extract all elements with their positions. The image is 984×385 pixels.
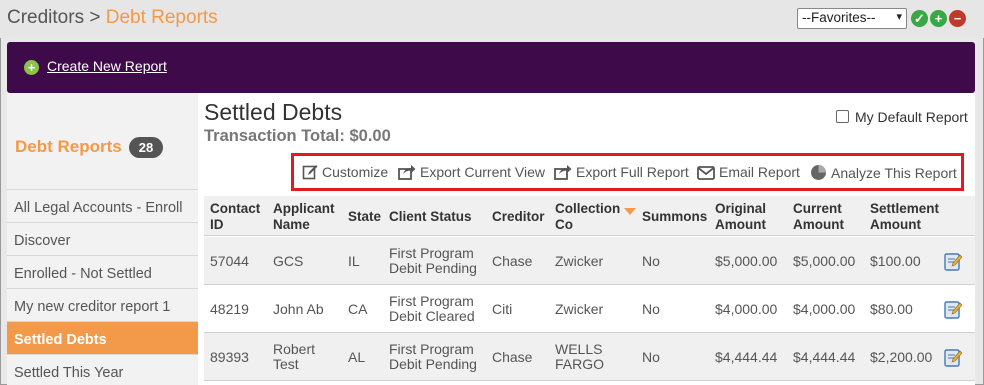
sidebar-item-discover[interactable]: Discover	[7, 222, 198, 255]
cell-state: AL	[348, 349, 366, 365]
cell-collection: WELLS FARGO	[555, 341, 605, 372]
cell-collection: Zwicker	[555, 301, 604, 317]
report-toolbar: Customize Export Current View Export Ful…	[291, 153, 964, 191]
table-row[interactable]: 57044 GCS IL First Program Debit Pending …	[204, 237, 975, 285]
col-header-state[interactable]: State	[348, 209, 381, 225]
export-icon	[554, 165, 572, 180]
sidebar-title: Debt Reports	[15, 137, 122, 156]
cell-contact-id: 57044	[210, 253, 249, 269]
default-report-label: My Default Report	[855, 109, 968, 125]
table-header: Contact ID Applicant Name State Client Sta…	[204, 196, 975, 236]
export-current-view-label: Export Current View	[420, 164, 546, 180]
col-header-original-amount[interactable]: Original Amount	[715, 201, 766, 233]
cell-settlement: $2,200.00	[870, 349, 933, 365]
cell-applicant: John Ab	[273, 301, 324, 317]
pie-chart-icon	[811, 165, 826, 180]
transaction-total: Transaction Total: $0.00	[204, 127, 391, 145]
col-header-contact-id[interactable]: Contact ID	[210, 201, 260, 233]
table-row[interactable]: 48219 John Ab CA First Program Debit Clea…	[204, 285, 975, 333]
sidebar-item-enrolled-not-settled[interactable]: Enrolled - Not Settled	[7, 255, 198, 288]
top-bar: Creditors > Debt Reports --Favorites-- ▾…	[0, 0, 984, 38]
col-header-client-status[interactable]: Client Status	[389, 209, 472, 225]
cell-summons: No	[642, 301, 660, 317]
analyze-report-label: Analyze This Report	[831, 165, 957, 181]
count-badge: 28	[129, 137, 163, 158]
cell-original: $4,000.00	[715, 301, 778, 317]
plus-icon[interactable]: +	[930, 10, 947, 27]
cell-applicant: Robert Test	[273, 341, 316, 372]
minus-icon[interactable]: −	[949, 10, 966, 27]
cell-contact-id: 48219	[210, 301, 249, 317]
cell-status: First Program Debit Pending	[389, 341, 477, 372]
cell-applicant: GCS	[273, 253, 304, 269]
cell-current: $4,000.00	[793, 301, 856, 317]
breadcrumb: Creditors > Debt Reports	[7, 7, 218, 29]
check-icon[interactable]: ✓	[911, 10, 928, 27]
cell-original: $5,000.00	[715, 253, 778, 269]
default-report-checkbox[interactable]	[836, 110, 849, 123]
edit-note-icon[interactable]	[944, 347, 962, 367]
default-report-toggle[interactable]: My Default Report	[836, 109, 968, 125]
cell-creditor: Citi	[492, 301, 513, 317]
breadcrumb-separator: >	[84, 7, 106, 28]
edit-note-icon[interactable]	[944, 299, 962, 319]
sort-desc-icon[interactable]	[624, 208, 636, 215]
sidebar-item-settled-debts[interactable]: Settled Debts	[7, 321, 198, 354]
email-report-label: Email Report	[719, 164, 800, 180]
export-icon	[398, 165, 416, 180]
report-table: Contact ID Applicant Name State Client Sta…	[204, 196, 975, 385]
cell-original: $4,444.44	[715, 349, 778, 365]
sidebar-item-my-new-creditor-report[interactable]: My new creditor report 1	[7, 288, 198, 321]
report-banner: + Create New Report	[7, 42, 975, 93]
cell-current: $4,444.44	[793, 349, 856, 365]
cell-summons: No	[642, 253, 660, 269]
chevron-down-icon: ▾	[896, 11, 902, 23]
cell-state: CA	[348, 301, 368, 317]
edit-note-icon[interactable]	[944, 251, 962, 271]
create-new-report-link[interactable]: Create New Report	[47, 58, 167, 74]
cell-state: IL	[348, 253, 360, 269]
customize-button[interactable]: Customize	[302, 164, 388, 180]
sidebar-item-all-legal-accounts[interactable]: All Legal Accounts - Enroll	[7, 189, 198, 222]
favorites-selected: --Favorites--	[802, 10, 876, 25]
table-row[interactable]: 89393 Robert Test AL First Program Debit P…	[204, 333, 975, 381]
analyze-report-button[interactable]: Analyze This Report	[810, 164, 957, 181]
breadcrumb-parent[interactable]: Creditors	[7, 7, 84, 28]
cell-current: $5,000.00	[793, 253, 856, 269]
col-header-collection-co[interactable]: Collection Co	[555, 201, 620, 233]
export-current-view-button[interactable]: Export Current View	[398, 164, 545, 180]
cell-summons: No	[642, 349, 660, 365]
cell-settlement: $80.00	[870, 301, 913, 317]
col-header-creditor[interactable]: Creditor	[492, 209, 545, 225]
page-title: Settled Debts	[204, 99, 343, 125]
col-header-settlement-amount[interactable]: Settlement Amount	[870, 201, 939, 233]
cell-status: First Program Debit Pending	[389, 245, 477, 276]
sidebar-item-settled-this-year[interactable]: Settled This Year	[7, 354, 198, 385]
add-circle-icon[interactable]: +	[24, 60, 39, 75]
cell-creditor: Chase	[492, 349, 533, 365]
cell-settlement: $100.00	[870, 253, 921, 269]
breadcrumb-current: Debt Reports	[105, 7, 218, 28]
main-panel: Settled Debts Transaction Total: $0.00 M…	[198, 93, 975, 385]
cell-status: First Program Debit Cleared	[389, 293, 475, 324]
cell-contact-id: 89393	[210, 349, 249, 365]
export-full-report-button[interactable]: Export Full Report	[554, 164, 689, 180]
email-report-button[interactable]: Email Report	[697, 164, 800, 180]
export-full-report-label: Export Full Report	[576, 164, 689, 180]
col-header-applicant-name[interactable]: Applicant Name	[273, 201, 335, 233]
edit-icon	[302, 165, 318, 180]
col-header-current-amount[interactable]: Current Amount	[793, 201, 844, 233]
cell-creditor: Chase	[492, 253, 533, 269]
sidebar: Debt Reports 28 All Legal Accounts - Enr…	[7, 93, 198, 385]
customize-label: Customize	[322, 164, 389, 180]
favorites-select[interactable]: --Favorites-- ▾	[797, 8, 907, 29]
cell-collection: Zwicker	[555, 253, 604, 269]
envelope-icon	[697, 166, 715, 180]
col-header-summons[interactable]: Summons	[642, 209, 707, 225]
